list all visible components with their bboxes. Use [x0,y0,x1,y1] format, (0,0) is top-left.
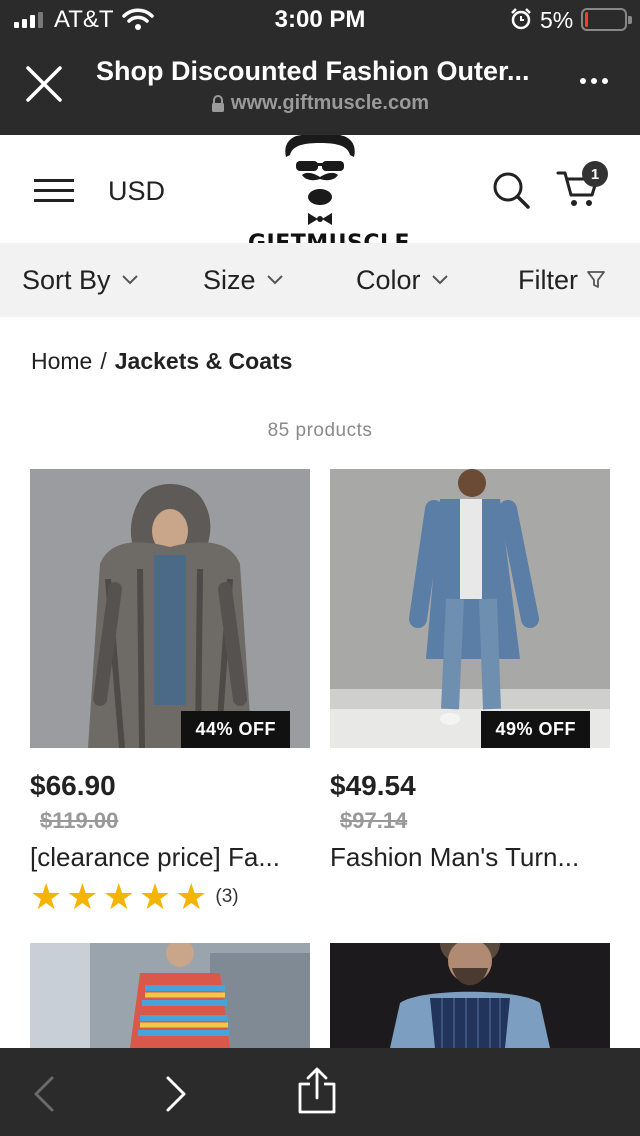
product-image[interactable] [330,943,610,1048]
product-card[interactable]: 44% OFF $66.90 $119.00 [clearance price]… [30,469,310,915]
sort-by-label: Sort By [22,265,111,295]
filter-button[interactable]: Filter [518,263,606,297]
breadcrumb-home-link[interactable]: Home [31,348,92,374]
breadcrumb-separator: / [100,348,107,374]
discount-badge: 49% OFF [481,711,590,748]
breadcrumb: Home / Jackets & Coats [31,345,292,377]
chevron-down-icon [431,275,448,285]
product-image[interactable]: 44% OFF [30,469,310,748]
site-header: USD GIFTMUSCLE [0,135,640,256]
product-image[interactable]: 49% OFF [330,469,610,748]
url-text: www.giftmuscle.com [230,92,430,114]
product-compare-price: $119.00 [40,808,119,833]
hamburger-menu-icon[interactable] [34,179,74,203]
product-name[interactable]: Fashion Man's Turn... [330,842,610,873]
star-icon: ★ [66,876,99,917]
size-label: Size [203,265,256,295]
alarm-icon [510,8,532,35]
star-icon: ★ [102,876,135,917]
search-icon[interactable] [490,169,532,216]
back-arrow-icon[interactable] [30,1074,60,1119]
color-label: Color [356,265,421,295]
star-icon: ★ [175,876,208,917]
breadcrumb-current: Jackets & Coats [114,348,293,374]
star-icon: ★ [138,876,172,917]
product-price: $66.90 [30,770,116,801]
product-price: $49.54 [330,770,416,801]
cart-count-badge: 1 [582,161,608,187]
battery-icon [581,8,632,31]
funnel-icon [587,271,605,288]
size-dropdown[interactable]: Size [203,263,284,297]
chevron-down-icon [266,275,283,285]
product-card[interactable] [30,943,310,1048]
lock-icon [211,94,224,112]
currency-selector[interactable]: USD [108,175,165,207]
product-name[interactable]: [clearance price] Fa... [30,842,310,873]
product-compare-price: $97.14 [340,808,408,833]
sort-by-dropdown[interactable]: Sort By [22,263,139,297]
discount-badge: 44% OFF [181,711,290,748]
product-rating: ★ ★ ★ ★ ★ (3) [30,879,310,915]
browser-toolbar [0,1048,640,1136]
brand-logo[interactable] [250,135,390,243]
review-count: (3) [215,886,239,907]
product-card[interactable] [330,943,610,1048]
star-icon: ★ [30,876,63,917]
filter-label: Filter [518,265,578,295]
url-display[interactable]: www.giftmuscle.com [0,92,640,115]
product-image[interactable] [30,943,310,1048]
page-title: Shop Discounted Fashion Outer... [96,56,530,86]
battery-percentage: 5% [540,7,574,33]
status-bar: AT&T 3:00 PM 5% [0,0,640,40]
share-icon[interactable] [294,1066,340,1121]
product-count: 85 products [267,420,373,441]
filter-bar: Sort By Size Color Filter [0,243,640,317]
color-dropdown[interactable]: Color [356,263,449,297]
more-options-icon[interactable] [580,78,608,84]
chevron-down-icon [121,275,138,285]
product-card[interactable]: 49% OFF $49.54 $97.14 Fashion Man's Turn… [330,469,610,873]
cart-count: 1 [591,166,599,183]
forward-arrow-icon[interactable] [160,1074,190,1119]
browser-header: Shop Discounted Fashion Outer... www.gif… [0,40,640,135]
